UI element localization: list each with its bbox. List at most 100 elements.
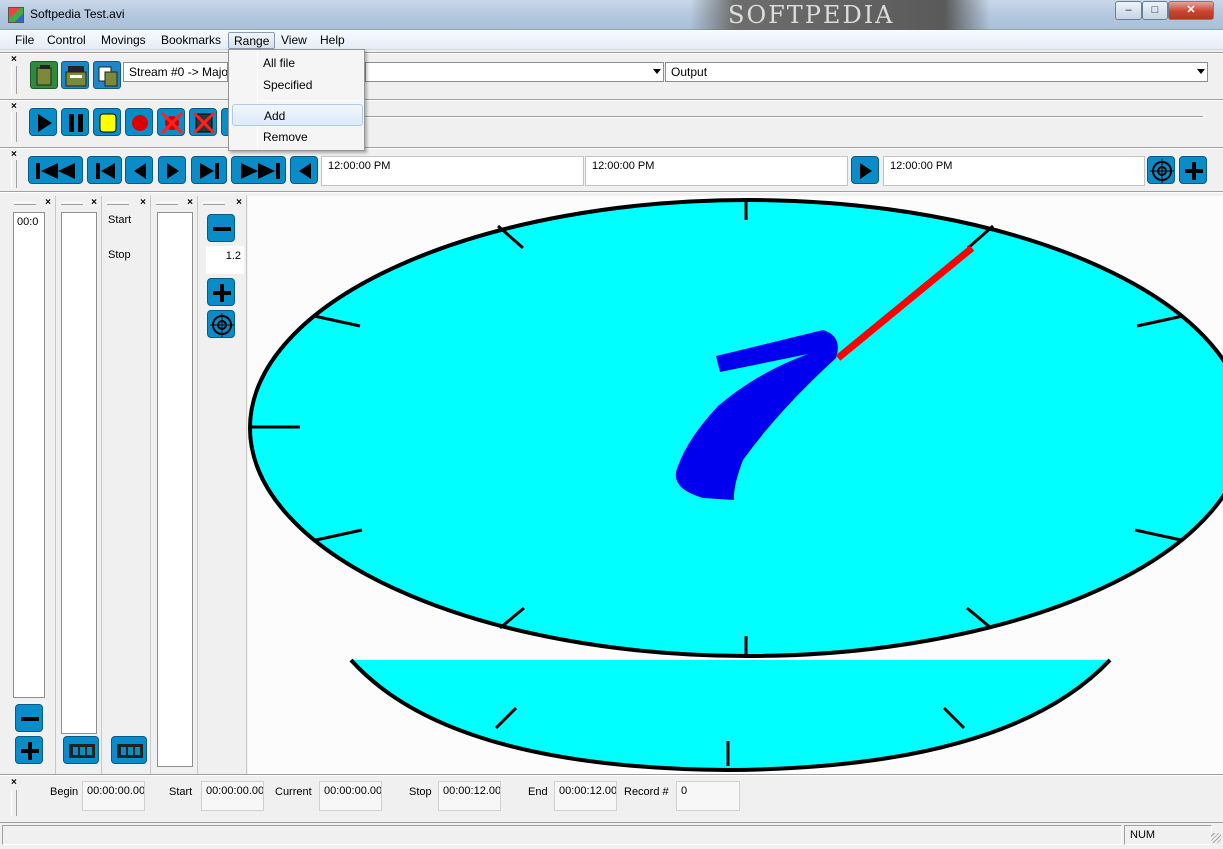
start-value: 00:00:00.00 [201,781,264,811]
menu-help[interactable]: Help [315,32,350,49]
film-icon[interactable] [63,736,99,764]
bookmark-panel: × [152,196,198,774]
zoom-out-icon[interactable] [207,214,235,242]
toolbar-close-icon[interactable]: × [11,149,17,160]
panel-grip[interactable] [14,202,36,205]
begin-label: Begin [50,786,79,798]
video-viewport[interactable] [248,196,1223,774]
stream-select-value: Stream #0 -> Major [129,65,228,79]
toolbar-grip[interactable] [11,160,17,188]
zoom-in-icon[interactable] [207,278,235,306]
time-left-field[interactable]: 12:00:00 PM [321,156,584,186]
panel-close-icon[interactable]: × [187,197,193,208]
window-title: Softpedia Test.avi [30,7,125,21]
stop-value: 00:00:12.00 [438,781,501,811]
toolbar-close-icon[interactable]: × [11,54,17,65]
back-icon[interactable] [290,156,318,184]
copy-file-icon[interactable] [93,61,121,89]
stop-info-label: Stop [409,786,432,798]
previous-key-icon[interactable] [87,156,122,184]
previous-frame-icon[interactable] [125,156,153,184]
app-icon [8,7,24,23]
panel-close-icon[interactable]: × [45,197,51,208]
video-frame [248,198,1223,773]
go-icon[interactable] [851,156,879,184]
zoom-value[interactable]: 1.2 [206,246,244,274]
chevron-down-icon [1197,69,1205,74]
open-file-icon[interactable] [30,61,58,89]
close-button[interactable]: ✕ [1168,1,1214,20]
stream-select[interactable]: Stream #0 -> Major [123,62,228,82]
film-icon[interactable] [111,736,147,764]
toolbar-divider [0,774,1223,776]
toolbar-divider [0,52,1223,54]
menu-movings[interactable]: Movings [96,32,151,49]
panel-close-icon[interactable]: × [236,197,242,208]
toolbar-close-icon[interactable]: × [11,777,17,788]
panel-grip[interactable] [203,202,225,205]
toolbar-grip[interactable] [11,66,17,94]
zoom-out-icon[interactable] [15,704,43,732]
toolbar-divider [0,147,1223,149]
start-info-label: Start [169,786,193,798]
add-icon[interactable] [1179,156,1207,184]
cancel-cut-icon[interactable] [157,108,185,136]
range-panel: × Start Stop [103,196,151,774]
menu-range[interactable]: Range [228,32,276,49]
current-label: Current [275,786,312,798]
toolbar-grip[interactable] [11,790,17,816]
thumbnail-list[interactable] [61,212,97,734]
toolbar-close-icon[interactable]: × [11,101,17,112]
panel-grip[interactable] [107,202,129,205]
pause-icon[interactable] [61,108,89,136]
target-icon[interactable] [1147,156,1175,184]
range-remove[interactable]: Remove [232,126,363,148]
play-icon[interactable] [29,108,57,136]
record-label: Record # [624,786,669,798]
status-bar: NUM [0,822,1223,849]
timecode-list[interactable]: 00:0 [13,212,45,698]
end-label: End [528,786,548,798]
cancel-film-icon[interactable] [189,108,217,136]
bookmark-list[interactable] [157,212,193,767]
save-file-icon[interactable] [61,61,89,89]
menu-view[interactable]: View [276,32,312,49]
zoom-in-icon[interactable] [15,736,43,764]
stream-select-arrow-area[interactable] [365,62,664,82]
menu-control[interactable]: Control [42,32,91,49]
status-message [2,825,1122,845]
zoom-fit-icon[interactable] [207,310,235,338]
panel-close-icon[interactable]: × [140,197,146,208]
range-dropdown: All file Specified Add Remove [228,49,365,151]
first-frame-icon[interactable] [28,156,83,184]
toolbar-grip[interactable] [11,112,17,142]
range-all-file[interactable]: All file [232,52,363,74]
record-icon[interactable] [125,108,153,136]
minimize-button[interactable]: – [1115,1,1142,20]
lower-clock-face [351,660,1110,770]
maximize-button[interactable]: □ [1142,1,1168,20]
panel-grip[interactable] [156,202,178,205]
time-right-field[interactable]: 12:00:00 PM [883,156,1145,186]
next-frame-icon[interactable] [158,156,186,184]
hidden-transport-button[interactable] [221,108,228,136]
output-select[interactable]: Output [665,62,1208,82]
menu-file[interactable]: File [10,32,39,49]
panel-close-icon[interactable]: × [91,197,97,208]
menu-separator [259,100,361,101]
zoom-panel: × 1.2 [199,196,247,774]
begin-value: 00:00:00.00 [82,781,145,811]
progress-track[interactable] [365,116,1203,118]
range-specified[interactable]: Specified [232,74,363,96]
range-add[interactable]: Add [232,104,363,126]
next-key-icon[interactable] [191,156,227,184]
resize-grip[interactable] [1211,833,1221,843]
menu-bookmarks[interactable]: Bookmarks [156,32,226,49]
stop-icon[interactable] [93,108,121,136]
time-mid-field[interactable]: 12:00:00 PM [585,156,848,186]
panel-grip[interactable] [61,202,83,205]
timecode-list-item[interactable]: 00:0 [17,216,38,228]
menu-bar: File Control Movings Bookmarks Range Vie… [0,30,1223,50]
last-frame-icon[interactable] [231,156,286,184]
current-value: 00:00:00.00 [319,781,382,811]
